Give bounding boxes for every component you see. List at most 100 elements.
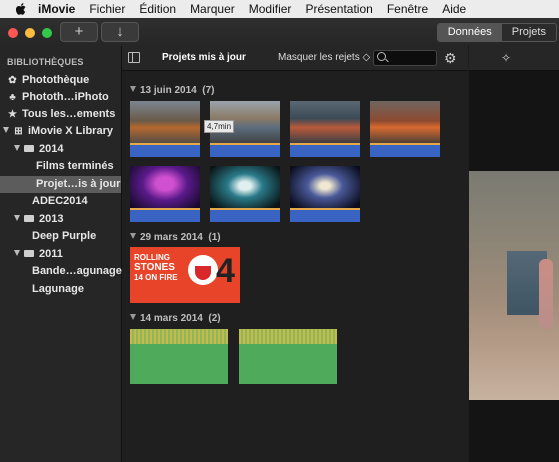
import-button[interactable]: ↓ [101, 22, 139, 42]
tongue-logo-icon [188, 255, 218, 285]
sidebar-item-all-events[interactable]: ★ Tous les…ements [0, 106, 121, 123]
sidebar-item-label: Tous les…ements [22, 108, 116, 120]
sidebar-item-label: Lagunage [32, 283, 84, 295]
sidebar-item-iphoto[interactable]: ♣ Phototh…iPhoto [0, 89, 121, 106]
disclosure-triangle-icon[interactable] [130, 233, 136, 239]
event-header-13-juin[interactable]: 13 juin 2014 (7) [130, 85, 215, 96]
browser-header: Projets mis à jour Masquer les rejets ◇ … [122, 46, 468, 71]
event-date: 14 mars 2014 [140, 313, 203, 324]
sidebar-item-label: 2011 [39, 248, 63, 260]
menu-aide[interactable]: Aide [442, 2, 466, 16]
disclosure-triangle-icon[interactable] [14, 215, 20, 221]
sidebar-item-label: Projet…is à jour [36, 178, 121, 190]
sidebar-item-label: Phototh…iPhoto [22, 91, 109, 103]
disclosure-triangle-icon[interactable] [130, 86, 136, 92]
toolbar: + ↓ Données Projets [0, 18, 559, 47]
sidebar-item-lagunage[interactable]: Lagunage [0, 281, 121, 298]
menu-marquer[interactable]: Marquer [190, 2, 235, 16]
event-browser: Projets mis à jour Masquer les rejets ◇ … [122, 46, 468, 462]
viewer-preview-image [469, 171, 559, 400]
sidebar-item-label: Films terminés [36, 160, 114, 172]
poster-number-icon: 4 [216, 252, 235, 290]
grid-icon: ⊞ [14, 126, 23, 137]
photos-icon: ✿ [8, 75, 17, 86]
clip-thumbnail[interactable] [290, 166, 360, 222]
close-window-button[interactable] [8, 28, 18, 38]
performer-figure [539, 259, 553, 329]
zoom-window-button[interactable] [42, 28, 52, 38]
clip-thumbnail[interactable] [290, 101, 360, 157]
sidebar-item-label: ADEC2014 [32, 195, 88, 207]
menu-presentation[interactable]: Présentation [305, 2, 372, 16]
star-icon: ★ [8, 109, 17, 120]
event-count: (1) [208, 232, 221, 243]
magic-wand-icon[interactable]: ✧ [501, 51, 511, 65]
menu-fichier[interactable]: Fichier [89, 2, 125, 16]
poster-line: 14 ON FIRE [134, 273, 178, 282]
sidebar-item-label: iMovie X Library [28, 125, 113, 137]
waveform [239, 329, 337, 344]
clip-thumbnail[interactable] [130, 101, 200, 157]
toggle-sidebar-icon[interactable] [128, 52, 140, 63]
minimize-window-button[interactable] [25, 28, 35, 38]
event-count: (7) [202, 85, 215, 96]
sidebar-item-2014[interactable]: 2014 [0, 141, 121, 158]
apple-icon[interactable] [15, 3, 26, 15]
sidebar-item-phototheque[interactable]: ✿ Photothèque [0, 72, 121, 89]
disclosure-triangle-icon[interactable] [130, 314, 136, 320]
clip-thumbnail[interactable] [210, 166, 280, 222]
waveform [130, 329, 228, 344]
sidebar-item-label: Deep Purple [32, 230, 97, 242]
search-icon [377, 52, 386, 61]
event-header-14-mars[interactable]: 14 mars 2014 (2) [130, 313, 221, 324]
poster-line: STONES [134, 262, 175, 273]
clip-thumbnail[interactable] [130, 166, 200, 222]
sidebar-item-bande-lagunage[interactable]: Bande…agunage [0, 263, 122, 280]
search-input[interactable] [373, 50, 437, 66]
sidebar-item-label: Photothèque [22, 74, 90, 86]
sidebar-heading: BIBLIOTHÈQUES [7, 57, 84, 67]
duration-tooltip: 4,7min [204, 120, 235, 133]
disclosure-triangle-icon[interactable] [14, 145, 20, 151]
audio-clip[interactable] [130, 329, 228, 384]
reject-filter-select[interactable]: Masquer les rejets ◇ [278, 52, 370, 63]
menu-fenetre[interactable]: Fenêtre [387, 2, 428, 16]
gear-icon[interactable]: ⚙ [444, 50, 457, 67]
menu-edition[interactable]: Édition [139, 2, 176, 16]
browser-title: Projets mis à jour [162, 52, 246, 63]
menu-modifier[interactable]: Modifier [249, 2, 292, 16]
disclosure-triangle-icon[interactable] [14, 250, 20, 256]
folder-icon [24, 215, 34, 222]
menu-bar: iMovie Fichier Édition Marquer Modifier … [0, 0, 559, 18]
sidebar-item-label: 2014 [39, 143, 64, 155]
tab-projets[interactable]: Projets [501, 24, 556, 41]
clip-thumbnail[interactable] [370, 101, 440, 157]
sidebar-item-adec2014[interactable]: ADEC2014 [0, 193, 121, 210]
event-date: 29 mars 2014 [140, 232, 203, 243]
view-switcher: Données Projets [436, 23, 557, 42]
sidebar-item-label: Bande…agunage [32, 265, 122, 277]
sidebar-item-label: 2013 [39, 213, 64, 225]
poster-line: ROLLING [134, 253, 170, 262]
libraries-sidebar: BIBLIOTHÈQUES ✿ Photothèque ♣ Phototh…iPho… [0, 46, 122, 462]
sidebar-item-films-termines[interactable]: Films terminés [0, 158, 121, 175]
viewer-panel: ✧ [469, 46, 559, 462]
palm-tree-icon: ♣ [9, 92, 16, 103]
menu-app[interactable]: iMovie [38, 2, 75, 16]
sidebar-item-library[interactable]: ⊞ iMovie X Library [0, 123, 121, 140]
sidebar-item-deep-purple[interactable]: Deep Purple [0, 228, 121, 245]
event-header-29-mars[interactable]: 29 mars 2014 (1) [130, 232, 221, 243]
audio-clip[interactable] [239, 329, 337, 384]
poster-thumbnail[interactable]: ROLLING STONES 14 ON FIRE 4 [130, 247, 240, 303]
sidebar-item-2011[interactable]: 2011 [0, 246, 121, 263]
sidebar-item-projets-mis-a-jour[interactable]: Projet…is à jour [0, 176, 121, 193]
add-button[interactable]: + [60, 22, 98, 42]
tab-donnees[interactable]: Données [437, 24, 502, 41]
disclosure-triangle-icon[interactable] [3, 127, 9, 133]
folder-icon [24, 145, 34, 152]
event-count: (2) [208, 313, 221, 324]
event-date: 13 juin 2014 [140, 85, 197, 96]
viewer-toolbar: ✧ [469, 46, 559, 71]
folder-icon [24, 250, 34, 257]
sidebar-item-2013[interactable]: 2013 [0, 211, 121, 228]
